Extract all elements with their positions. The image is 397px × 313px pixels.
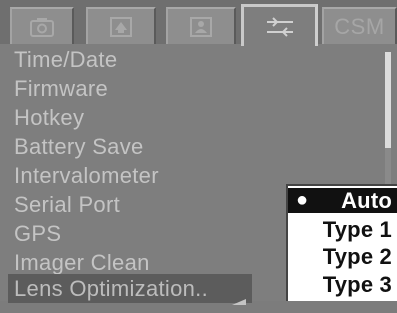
menu-item-battery-save[interactable]: Battery Save bbox=[14, 132, 144, 161]
custom-settings-icon bbox=[189, 16, 213, 38]
tab-csm-label: CSM bbox=[334, 13, 385, 39]
tab-custom-settings[interactable] bbox=[166, 7, 236, 44]
tab-camera[interactable] bbox=[10, 7, 74, 44]
wrench-icon bbox=[263, 16, 297, 38]
menu-item-serial-port[interactable]: Serial Port bbox=[14, 190, 120, 219]
camera-icon bbox=[29, 17, 55, 37]
menu-item-firmware[interactable]: Firmware bbox=[14, 74, 108, 103]
menu-item-intervalometer[interactable]: Intervalometer bbox=[14, 161, 159, 190]
tab-csm[interactable]: CSM bbox=[322, 7, 397, 44]
menu-item-hotkey[interactable]: Hotkey bbox=[14, 103, 84, 132]
tab-playback[interactable] bbox=[86, 7, 156, 44]
menu-item-imager-clean[interactable]: Imager Clean bbox=[14, 248, 150, 277]
lens-optimization-submenu: ● Auto Type 1 Type 2 Type 3 bbox=[286, 184, 397, 301]
tab-setup[interactable] bbox=[241, 4, 318, 46]
submenu-option-type-2[interactable]: Type 2 bbox=[288, 244, 397, 269]
submenu-option-type-3[interactable]: Type 3 bbox=[288, 272, 397, 297]
menu-item-label: Lens Optimization.. bbox=[14, 276, 209, 301]
submenu-option-label: Auto bbox=[341, 188, 392, 213]
submenu-option-type-1[interactable]: Type 1 bbox=[288, 217, 397, 242]
menu-item-lens-optimization[interactable]: Lens Optimization.. bbox=[8, 274, 252, 305]
menu-item-gps[interactable]: GPS bbox=[14, 219, 61, 248]
scrollbar-thumb[interactable] bbox=[385, 52, 391, 148]
camera-menu-screen: CSM Time/Date Firmware Hotkey Battery Sa… bbox=[0, 0, 397, 305]
playback-icon bbox=[109, 16, 133, 38]
tab-bar: CSM bbox=[0, 0, 397, 46]
menu-item-time-date[interactable]: Time/Date bbox=[14, 45, 117, 74]
selected-bullet-icon: ● bbox=[296, 189, 309, 211]
submenu-option-auto[interactable]: ● Auto bbox=[288, 188, 397, 213]
submenu-arrow-icon bbox=[232, 284, 246, 313]
